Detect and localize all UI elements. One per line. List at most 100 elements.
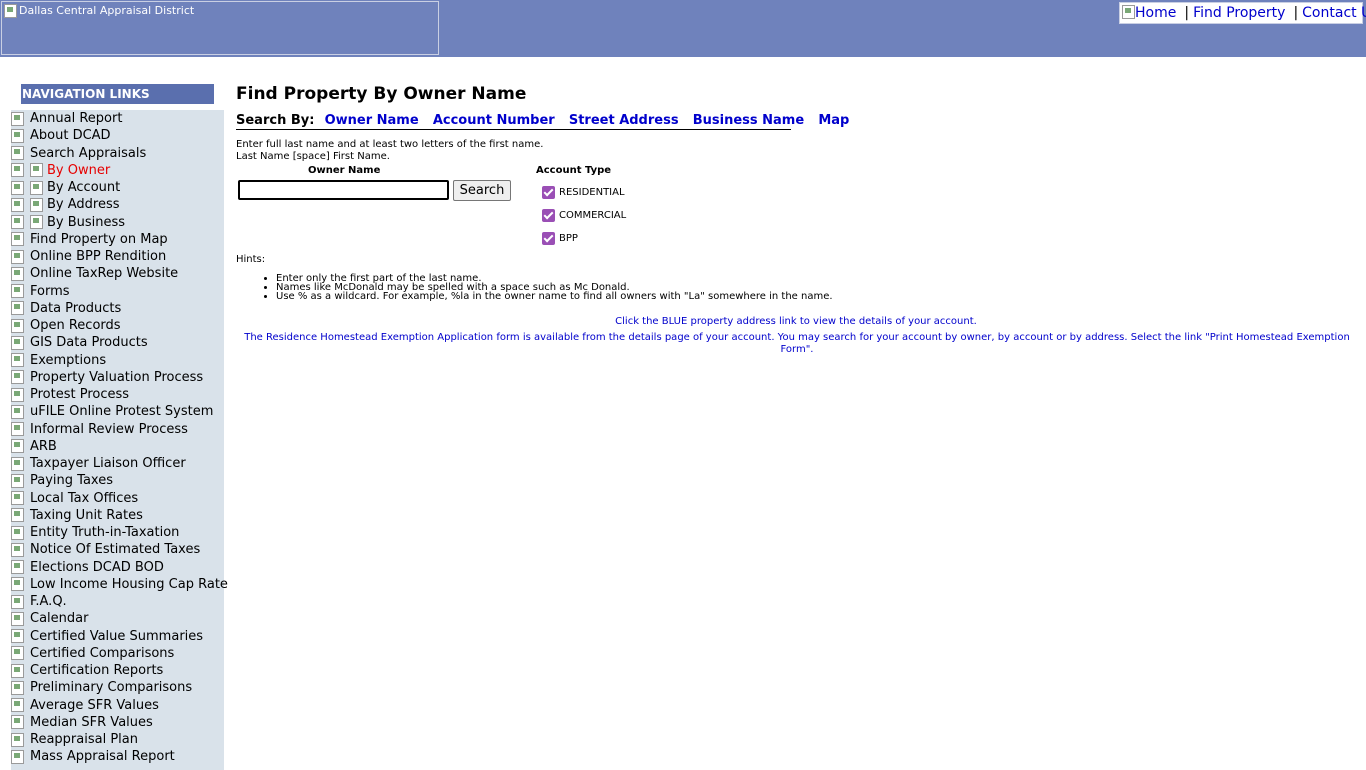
sidebar-item-label[interactable]: Informal Review Process xyxy=(30,421,188,438)
sidebar-item-label[interactable]: Online TaxRep Website xyxy=(30,265,178,282)
sidebar-item-label[interactable]: Find Property on Map xyxy=(30,231,168,248)
sidebar-item-label[interactable]: Exemptions xyxy=(30,352,106,369)
sidebar-item-informal-review-process[interactable]: Informal Review Process xyxy=(11,421,228,438)
sidebar-item-find-property-on-map[interactable]: Find Property on Map xyxy=(11,231,228,248)
sidebar-item-label[interactable]: GIS Data Products xyxy=(30,334,148,351)
commercial-checkbox[interactable] xyxy=(542,209,555,222)
sidebar-item-ufile-online-protest-system[interactable]: uFILE Online Protest System xyxy=(11,403,228,420)
sidebar-item-low-income-housing-cap-rate[interactable]: Low Income Housing Cap Rate xyxy=(11,576,228,593)
sidebar-item-certified-comparisons[interactable]: Certified Comparisons xyxy=(11,645,228,662)
sidebar-item-f-a-q[interactable]: F.A.Q. xyxy=(11,593,228,610)
sidebar-item-label[interactable]: Taxpayer Liaison Officer xyxy=(30,455,186,472)
sidebar-item-label[interactable]: About DCAD xyxy=(30,127,111,144)
sidebar-item-local-tax-offices[interactable]: Local Tax Offices xyxy=(11,490,228,507)
search-by-map-link[interactable]: Map xyxy=(818,113,849,128)
sidebar-item-label[interactable]: Certified Value Summaries xyxy=(30,628,203,645)
residential-checkbox-row[interactable]: RESIDENTIAL xyxy=(542,186,625,199)
sidebar-item-certified-value-summaries[interactable]: Certified Value Summaries xyxy=(11,628,228,645)
dcad-logo[interactable]: Dallas Central Appraisal District xyxy=(1,1,439,55)
sidebar-item-certification-reports[interactable]: Certification Reports xyxy=(11,662,228,679)
hints-list: Enter only the first part of the last na… xyxy=(258,274,833,302)
sidebar-item-exemptions[interactable]: Exemptions xyxy=(11,352,228,369)
sidebar-item-label[interactable]: Protest Process xyxy=(30,386,129,403)
sidebar-item-label[interactable]: Preliminary Comparisons xyxy=(30,679,192,696)
sidebar-item-median-sfr-values[interactable]: Median SFR Values xyxy=(11,714,228,731)
sidebar-item-mass-appraisal-report[interactable]: Mass Appraisal Report xyxy=(11,748,228,765)
sidebar-item-search-appraisals[interactable]: Search Appraisals xyxy=(11,145,228,162)
commercial-checkbox-row[interactable]: COMMERCIAL xyxy=(542,209,626,222)
contact-us-link[interactable]: Contact Us xyxy=(1302,5,1366,21)
bpp-checkbox[interactable] xyxy=(542,232,555,245)
sidebar-item-by-owner[interactable]: By Owner xyxy=(11,162,228,179)
find-property-link[interactable]: Find Property xyxy=(1193,5,1285,21)
sidebar-item-about-dcad[interactable]: About DCAD xyxy=(11,127,228,144)
search-by-street-address-link[interactable]: Street Address xyxy=(569,113,679,128)
sidebar-item-label[interactable]: Median SFR Values xyxy=(30,714,153,731)
sidebar-item-label[interactable]: Forms xyxy=(30,283,70,300)
sidebar-item-label[interactable]: Reappraisal Plan xyxy=(30,731,138,748)
sidebar-item-elections-dcad-bod[interactable]: Elections DCAD BOD xyxy=(11,559,228,576)
sidebar-item-label[interactable]: Annual Report xyxy=(30,110,122,127)
sidebar-item-reappraisal-plan[interactable]: Reappraisal Plan xyxy=(11,731,228,748)
sidebar-item-label[interactable]: By Account xyxy=(47,179,120,196)
sidebar-item-data-products[interactable]: Data Products xyxy=(11,300,228,317)
sidebar-item-open-records[interactable]: Open Records xyxy=(11,317,228,334)
sidebar-item-label[interactable]: Taxing Unit Rates xyxy=(30,507,143,524)
search-button[interactable]: Search xyxy=(453,180,511,201)
bullet-image-icon xyxy=(11,163,24,178)
sidebar-item-protest-process[interactable]: Protest Process xyxy=(11,386,228,403)
sidebar-item-label[interactable]: Search Appraisals xyxy=(30,145,146,162)
sidebar-item-label[interactable]: By Owner xyxy=(47,162,110,179)
sidebar-item-calendar[interactable]: Calendar xyxy=(11,610,228,627)
sidebar-item-preliminary-comparisons[interactable]: Preliminary Comparisons xyxy=(11,679,228,696)
bullet-image-icon xyxy=(11,715,24,730)
sidebar-item-online-bpp-rendition[interactable]: Online BPP Rendition xyxy=(11,248,228,265)
sidebar-item-forms[interactable]: Forms xyxy=(11,283,228,300)
sidebar-item-by-address[interactable]: By Address xyxy=(11,196,228,213)
sidebar-item-by-account[interactable]: By Account xyxy=(11,179,228,196)
sidebar-item-label[interactable]: Property Valuation Process xyxy=(30,369,203,386)
sidebar-item-entity-truth-in-taxation[interactable]: Entity Truth-in-Taxation xyxy=(11,524,228,541)
sidebar-item-by-business[interactable]: By Business xyxy=(11,214,228,231)
search-by-owner-name-link[interactable]: Owner Name xyxy=(325,113,419,128)
sidebar-item-label[interactable]: By Address xyxy=(47,196,120,213)
sidebar-item-label[interactable]: uFILE Online Protest System xyxy=(30,403,213,420)
sidebar-item-label[interactable]: Data Products xyxy=(30,300,121,317)
sidebar-item-online-taxrep-website[interactable]: Online TaxRep Website xyxy=(11,265,228,282)
sidebar-item-label[interactable]: Online BPP Rendition xyxy=(30,248,166,265)
sidebar-item-label[interactable]: Notice Of Estimated Taxes xyxy=(30,541,200,558)
bpp-label: BPP xyxy=(559,233,578,244)
sidebar-item-arb[interactable]: ARB xyxy=(11,438,228,455)
sidebar-item-label[interactable]: Paying Taxes xyxy=(30,472,113,489)
sidebar-item-label[interactable]: Certified Comparisons xyxy=(30,645,174,662)
sidebar-item-label[interactable]: By Business xyxy=(47,214,125,231)
broken-image-icon xyxy=(4,4,17,18)
sidebar-item-label[interactable]: Open Records xyxy=(30,317,121,334)
sidebar-item-label[interactable]: Certification Reports xyxy=(30,662,163,679)
sidebar-item-label[interactable]: Elections DCAD BOD xyxy=(30,559,164,576)
bpp-checkbox-row[interactable]: BPP xyxy=(542,232,578,245)
sidebar-item-label[interactable]: Low Income Housing Cap Rate xyxy=(30,576,228,593)
owner-name-input[interactable] xyxy=(238,180,449,200)
sidebar-item-annual-report[interactable]: Annual Report xyxy=(11,110,228,127)
residential-checkbox[interactable] xyxy=(542,186,555,199)
search-by-account-number-link[interactable]: Account Number xyxy=(433,113,555,128)
home-link[interactable]: Home xyxy=(1135,5,1176,21)
sidebar-item-label[interactable]: F.A.Q. xyxy=(30,593,67,610)
sidebar-item-label[interactable]: Mass Appraisal Report xyxy=(30,748,175,765)
logo-alt-text: Dallas Central Appraisal District xyxy=(19,4,195,17)
sidebar-item-average-sfr-values[interactable]: Average SFR Values xyxy=(11,697,228,714)
sidebar-item-gis-data-products[interactable]: GIS Data Products xyxy=(11,334,228,351)
sidebar-item-label[interactable]: Average SFR Values xyxy=(30,697,159,714)
sidebar-item-label[interactable]: Calendar xyxy=(30,610,88,627)
sidebar-item-property-valuation-process[interactable]: Property Valuation Process xyxy=(11,369,228,386)
sidebar-item-label[interactable]: Local Tax Offices xyxy=(30,490,138,507)
sidebar-item-paying-taxes[interactable]: Paying Taxes xyxy=(11,472,228,489)
sidebar-item-label[interactable]: Entity Truth-in-Taxation xyxy=(30,524,179,541)
sidebar-item-notice-of-estimated-taxes[interactable]: Notice Of Estimated Taxes xyxy=(11,541,228,558)
broken-image-icon xyxy=(1122,5,1135,19)
sidebar-item-label[interactable]: ARB xyxy=(30,438,57,455)
sidebar-item-taxpayer-liaison-officer[interactable]: Taxpayer Liaison Officer xyxy=(11,455,228,472)
search-by-business-name-link[interactable]: Business Name xyxy=(693,113,804,128)
sidebar-item-taxing-unit-rates[interactable]: Taxing Unit Rates xyxy=(11,507,228,524)
